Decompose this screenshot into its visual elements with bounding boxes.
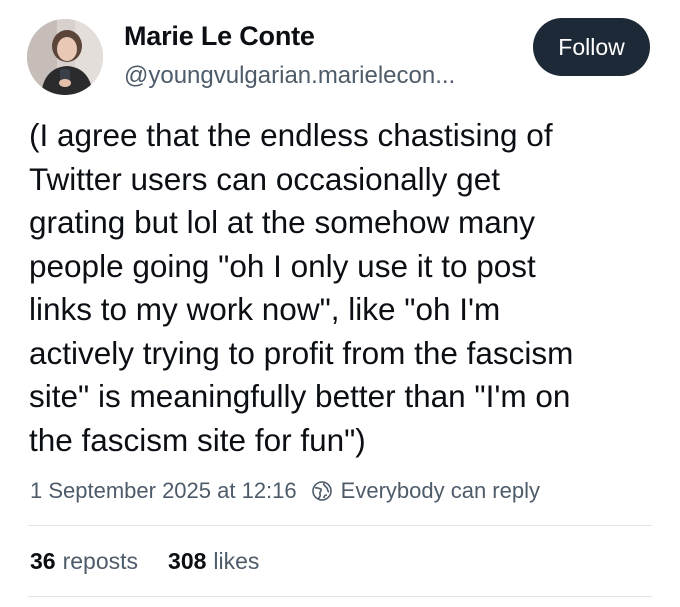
post-text-line: grating but lol at the somehow many: [29, 204, 536, 240]
post-text: (I agree that the endless chastising of …: [29, 114, 659, 462]
post-text-line: site" is meaningfully better than "I'm o…: [29, 378, 571, 414]
divider: [28, 525, 652, 526]
post-meta: 1 September 2025 at 12:16 Everybody can …: [30, 476, 540, 506]
post-text-line: the fascism site for fun"): [29, 421, 366, 458]
likes-label: likes: [213, 547, 260, 574]
profile-photo-icon: [27, 19, 103, 95]
reposts-count[interactable]: 36 reposts: [30, 548, 138, 575]
author-display-name[interactable]: Marie Le Conte: [124, 21, 315, 52]
likes-count[interactable]: 308 likes: [168, 548, 259, 575]
post-text-line: (I agree that the endless chastising of: [29, 117, 553, 153]
reply-setting-label: Everybody can reply: [340, 478, 540, 503]
post-text-line: people going "oh I only use it to post: [29, 247, 536, 284]
globe-icon: [311, 480, 333, 502]
follow-button[interactable]: Follow: [533, 18, 650, 76]
post-text-line: Twitter users can occasionally get: [29, 160, 500, 197]
reposts-number: 36: [30, 547, 56, 574]
reposts-label: reposts: [62, 547, 139, 574]
post-card: Marie Le Conte @youngvulgarian.marieleco…: [0, 0, 680, 607]
post-text-line: links to my work now", like "oh I'm: [29, 291, 501, 327]
post-text-line: actively trying to profit from the fasci…: [29, 334, 574, 371]
likes-number: 308: [168, 547, 207, 574]
post-stats: 36 reposts 308 likes: [30, 545, 289, 577]
post-timestamp[interactable]: 1 September 2025 at 12:16: [30, 478, 297, 504]
avatar[interactable]: [27, 19, 103, 95]
divider: [28, 596, 652, 597]
reply-setting[interactable]: Everybody can reply: [311, 478, 540, 504]
author-handle[interactable]: @youngvulgarian.marielecon...: [124, 62, 455, 90]
